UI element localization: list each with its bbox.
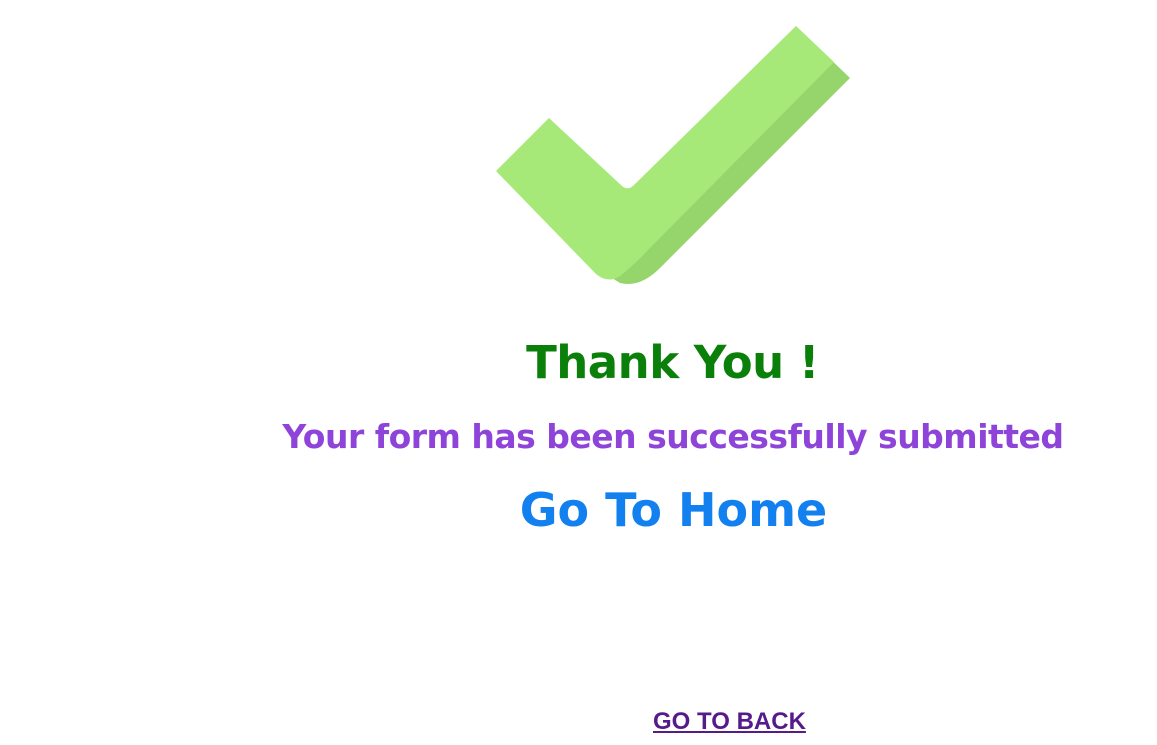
go-to-home-link[interactable]: Go To Home: [0, 480, 1157, 540]
go-to-back-link[interactable]: GO TO BACK: [653, 707, 806, 737]
success-message: Your form has been successfully submitte…: [282, 417, 1064, 456]
check-mark-icon: [496, 26, 850, 284]
thank-you-page: Thank You ! Your form has been successfu…: [0, 0, 1157, 745]
page-title: Thank You !: [526, 336, 819, 389]
